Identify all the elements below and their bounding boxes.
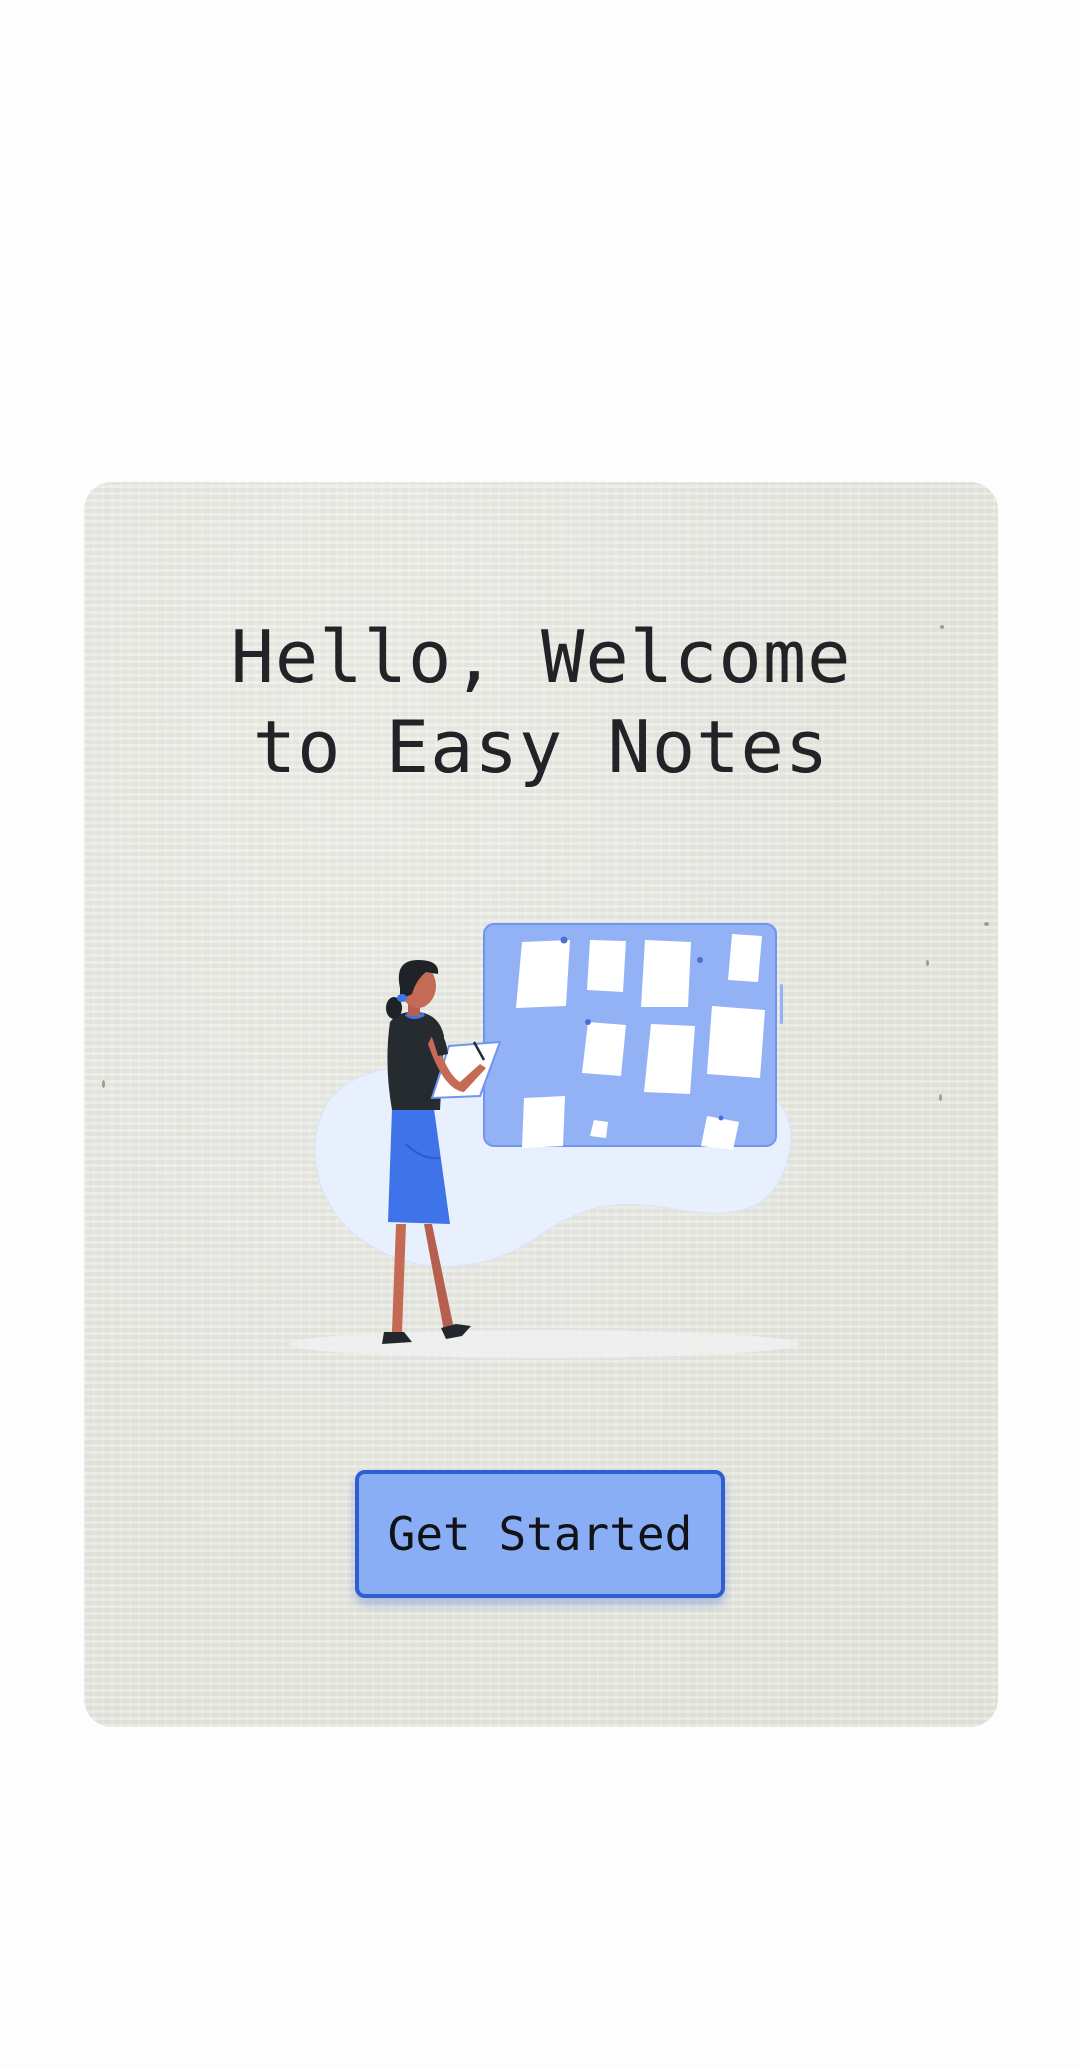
note-card [728, 934, 762, 982]
welcome-title-line-1: Hello, Welcome [230, 615, 852, 699]
pin [718, 1115, 724, 1121]
get-started-button[interactable]: Get Started [355, 1470, 725, 1598]
note-card [516, 940, 570, 1008]
pin [697, 957, 703, 963]
note-card [644, 1024, 695, 1094]
welcome-title: Hello, Welcome to Easy Notes [84, 612, 998, 792]
paper-speck [939, 1094, 942, 1101]
pin [560, 936, 568, 944]
board-clip [780, 984, 783, 1024]
welcome-title-line-2: to Easy Notes [252, 705, 830, 789]
note-card [701, 1116, 739, 1150]
welcome-card: Hello, Welcome to Easy Notes Get Started [84, 482, 998, 1727]
note-card [641, 940, 691, 1007]
paper-speck [984, 922, 989, 926]
pin [585, 1019, 591, 1025]
paper-speck [926, 960, 929, 966]
hair-tie [397, 994, 407, 1002]
note-card [582, 1022, 626, 1076]
ground-shadow [289, 1330, 799, 1358]
paper-speck [102, 1080, 105, 1088]
note-card [707, 1006, 765, 1078]
note-card [587, 940, 626, 992]
notes-board-illustration-icon [289, 923, 799, 1358]
welcome-screen: Hello, Welcome to Easy Notes Get Started [0, 0, 1080, 2067]
note-card [522, 1096, 565, 1148]
